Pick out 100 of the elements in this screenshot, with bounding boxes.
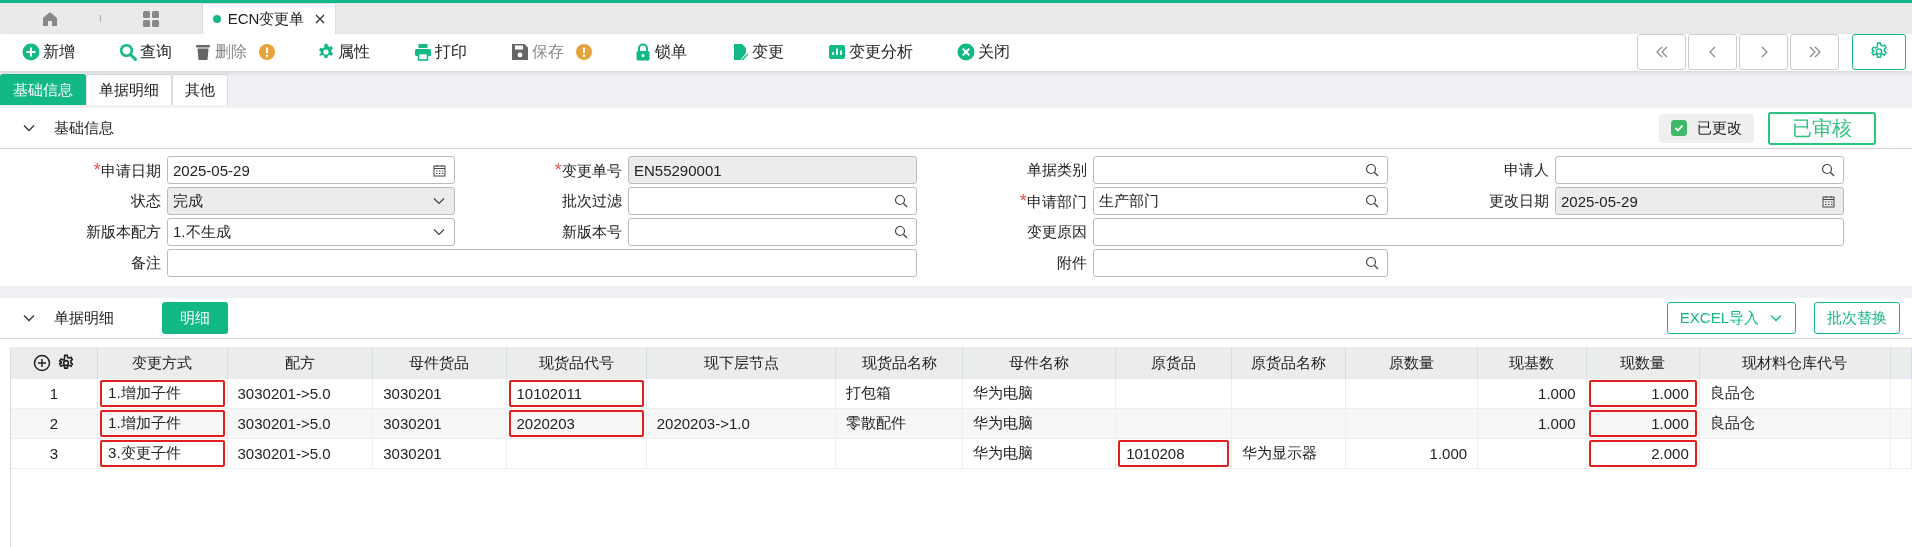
table-cell: 10102011 [506, 379, 647, 409]
properties-button[interactable]: 属性 [315, 40, 372, 65]
input-field[interactable]: EN55290001 [628, 156, 917, 184]
lookup-field[interactable] [1093, 249, 1388, 277]
table-cell: 打包箱 [835, 379, 963, 409]
field-label: 单据类别 [1026, 160, 1088, 180]
bar-chart-icon[interactable] [828, 43, 846, 62]
row-number: 1 [11, 379, 98, 409]
column-header: 原数量 [1345, 347, 1478, 379]
search-icon[interactable] [894, 225, 908, 239]
lookup-field[interactable] [628, 187, 917, 215]
lookup-field[interactable] [1555, 156, 1844, 184]
check-icon[interactable] [1673, 122, 1685, 134]
warning-icon [576, 44, 592, 61]
status-dot-icon [212, 15, 221, 24]
table-cell: 1.增加子件 [97, 379, 227, 409]
document-tab[interactable]: ECN变更单 [202, 3, 336, 34]
section-tab[interactable]: 单据明细 [86, 74, 172, 105]
last-page-button[interactable] [1790, 34, 1839, 71]
date-field[interactable]: 2025-05-29 [167, 156, 455, 184]
add-row-icon[interactable] [33, 354, 51, 372]
section-title: 单据明细 [54, 308, 114, 328]
section-title: 基础信息 [54, 118, 114, 138]
change-button[interactable]: 变更 [729, 40, 786, 65]
double-right-chevron-icon[interactable] [1807, 45, 1822, 60]
document-pen-icon[interactable] [731, 43, 749, 62]
plus-icon[interactable] [22, 43, 40, 62]
first-page-button[interactable] [1637, 34, 1686, 71]
search-icon[interactable] [894, 194, 908, 208]
column-header: 现材料仓库代号 [1699, 347, 1891, 379]
date-field[interactable]: 2025-05-29 [1555, 187, 1844, 215]
table-cell: 2020203->1.0 [646, 408, 836, 439]
settings-icon[interactable] [57, 354, 75, 372]
table-cell: 1.增加子件 [97, 408, 227, 439]
add-button[interactable]: 新增 [20, 40, 77, 65]
dropdown-field[interactable]: 完成 [167, 187, 455, 215]
search-button[interactable]: 查询 [117, 40, 174, 65]
table-cell: 2.000 [1586, 438, 1700, 469]
row-number: 3 [11, 438, 98, 469]
table-cell: 华为电脑 [962, 408, 1116, 439]
search-icon[interactable] [1821, 163, 1835, 177]
column-header: 原货品名称 [1231, 347, 1346, 379]
search-icon[interactable] [1365, 163, 1379, 177]
close-button[interactable]: 关闭 [955, 40, 1012, 65]
field-label: 状态 [130, 191, 162, 211]
column-header: 原货品 [1115, 347, 1232, 379]
column-header: 母件名称 [962, 347, 1116, 379]
column-header: 现数量 [1586, 347, 1700, 379]
lock-icon[interactable] [634, 43, 652, 62]
field-label: *申请部门 [1018, 190, 1088, 212]
print-button[interactable]: 打印 [412, 40, 469, 65]
analysis-button[interactable]: 变更分析 [826, 40, 915, 65]
column-header: 现下层节点 [646, 347, 836, 379]
column-header: 变更方式 [97, 347, 227, 379]
lookup-field[interactable] [1093, 156, 1388, 184]
section-tab[interactable]: 其他 [172, 74, 228, 105]
lookup-field[interactable]: 生产部门 [1093, 187, 1388, 215]
printer-icon[interactable] [414, 43, 432, 62]
field-label: 变更原因 [1026, 222, 1088, 242]
table-cell: 3.变更子件 [97, 438, 227, 469]
lookup-field[interactable] [628, 218, 917, 246]
field-label: *申请日期 [92, 159, 162, 181]
tab-title: ECN变更单 [227, 9, 305, 29]
input-field[interactable] [167, 249, 917, 277]
input-field[interactable] [1093, 218, 1844, 246]
table-cell: 3030201 [372, 379, 506, 409]
settings-button[interactable] [1852, 34, 1906, 71]
table-cell: 1010208 [1115, 438, 1232, 469]
table-cell: 华为电脑 [962, 379, 1116, 409]
double-left-chevron-icon[interactable] [1654, 45, 1669, 60]
column-header: 现货品代号 [506, 347, 647, 379]
table-cell: 3030201->5.0 [227, 379, 373, 409]
search-icon[interactable] [1365, 256, 1379, 270]
search-icon[interactable] [1365, 194, 1379, 208]
changed-checkbox[interactable]: 已更改 [1659, 113, 1754, 143]
previous-page-button[interactable] [1688, 34, 1737, 71]
table-cell: 1.000 [1586, 379, 1700, 409]
home-icon[interactable] [41, 9, 59, 28]
calendar-icon[interactable] [433, 163, 446, 177]
table-cell: 华为电脑 [962, 438, 1116, 469]
close-icon[interactable] [315, 14, 326, 25]
table-cell: 1.000 [1477, 379, 1587, 409]
lock-button[interactable]: 锁单 [632, 40, 689, 65]
calendar-icon[interactable] [1822, 194, 1835, 208]
field-label: 附件 [1056, 253, 1088, 273]
field-label: 新版本号 [561, 222, 623, 242]
table-cell: 3030201->5.0 [227, 438, 373, 469]
field-label: 申请人 [1503, 160, 1550, 180]
grid-icon[interactable] [142, 9, 160, 28]
next-page-button[interactable] [1739, 34, 1788, 71]
dropdown-field[interactable]: 1.不生成 [167, 218, 455, 246]
column-header: 现货品名称 [835, 347, 963, 379]
table-cell: 华为显示器 [1231, 438, 1346, 469]
table-cell: 3030201 [372, 438, 506, 469]
field-label: 备注 [130, 253, 162, 273]
field-label: 批次过滤 [561, 191, 623, 211]
row-number: 2 [11, 408, 98, 439]
table-cell: 2020203 [506, 408, 647, 439]
table-cell: 3030201->5.0 [227, 408, 373, 439]
table-cell: 1.000 [1345, 438, 1478, 469]
